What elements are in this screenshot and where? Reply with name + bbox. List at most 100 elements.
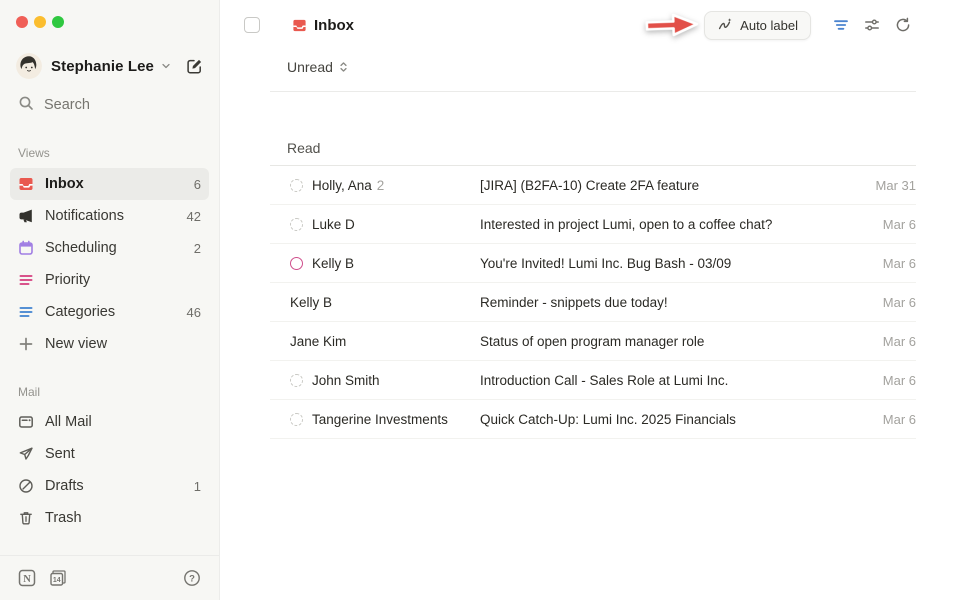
auto-label-button-label: Auto label xyxy=(740,18,798,33)
sidebar-item-label: Priority xyxy=(45,272,90,288)
list-icon xyxy=(18,304,34,320)
inbox-icon xyxy=(18,176,34,192)
sort-selector[interactable]: Unread xyxy=(287,59,350,75)
window-controls xyxy=(0,0,219,28)
sidebar-footer: N 14 ? xyxy=(0,555,219,600)
trash-icon xyxy=(18,510,34,526)
sliders-icon[interactable] xyxy=(864,17,880,33)
view-title: Inbox xyxy=(292,17,354,34)
sidebar-item-inbox[interactable]: Inbox 6 xyxy=(10,168,209,200)
email-subject: Status of open program manager role xyxy=(480,334,871,349)
account-name: Stephanie Lee xyxy=(51,58,154,75)
help-icon[interactable]: ? xyxy=(183,569,201,587)
sidebar-item-label: Drafts xyxy=(45,478,84,494)
sidebar-item-label: Categories xyxy=(45,304,115,320)
refresh-icon[interactable] xyxy=(895,17,911,33)
read-status-circle[interactable] xyxy=(290,413,303,426)
read-status-circle[interactable] xyxy=(290,179,303,192)
sidebar-item-count: 2 xyxy=(194,241,201,256)
email-subject: Introduction Call - Sales Role at Lumi I… xyxy=(480,373,871,388)
email-subject: Quick Catch-Up: Lumi Inc. 2025 Financial… xyxy=(480,412,871,427)
zoom-window-button[interactable] xyxy=(52,16,64,28)
red-arrow-annotation xyxy=(642,9,701,46)
email-sender: Jane Kim xyxy=(290,334,346,349)
email-sender: Luke D xyxy=(312,217,355,232)
email-date: Mar 6 xyxy=(883,217,916,232)
sidebar-item-all-mail[interactable]: All Mail xyxy=(10,406,209,438)
svg-text:14: 14 xyxy=(53,577,61,584)
avatar xyxy=(16,53,42,79)
email-row[interactable]: Holly, Ana 2 [JIRA] (B2FA-10) Create 2FA… xyxy=(270,166,916,205)
filter-icon[interactable] xyxy=(833,17,849,33)
sidebar-item-drafts[interactable]: Drafts 1 xyxy=(10,470,209,502)
email-date: Mar 6 xyxy=(883,412,916,427)
auto-label-icon xyxy=(717,17,733,33)
email-sender: Kelly B xyxy=(312,256,354,271)
sidebar-item-priority[interactable]: Priority xyxy=(10,264,209,296)
email-date: Mar 6 xyxy=(883,373,916,388)
email-subject: Interested in project Lumi, open to a co… xyxy=(480,217,871,232)
email-sender: Kelly B xyxy=(290,295,332,310)
svg-text:?: ? xyxy=(189,573,195,584)
minimize-window-button[interactable] xyxy=(34,16,46,28)
mail-list: All Mail Sent xyxy=(0,406,219,534)
mail-section-label: Mail xyxy=(18,385,201,399)
sidebar-item-label: All Mail xyxy=(45,414,92,430)
auto-label-button[interactable]: Auto label xyxy=(704,11,811,40)
sort-label: Unread xyxy=(287,59,333,75)
email-row[interactable]: John Smith Introduction Call - Sales Rol… xyxy=(270,361,916,400)
calendar-icon xyxy=(18,240,34,256)
inbox-icon xyxy=(292,18,307,33)
email-row[interactable]: Luke D Interested in project Lumi, open … xyxy=(270,205,916,244)
megaphone-icon xyxy=(18,208,34,224)
email-date: Mar 6 xyxy=(883,334,916,349)
sort-chevrons-icon xyxy=(337,60,350,74)
email-list: Holly, Ana 2 [JIRA] (B2FA-10) Create 2FA… xyxy=(270,166,916,439)
email-date: Mar 6 xyxy=(883,295,916,310)
sidebar-item-count: 6 xyxy=(194,177,201,192)
email-date: Mar 31 xyxy=(876,178,916,193)
email-sender: Tangerine Investments xyxy=(312,412,448,427)
search-input[interactable]: Search xyxy=(18,95,201,115)
sidebar-item-label: Notifications xyxy=(45,208,124,224)
read-section-label: Read xyxy=(287,140,960,156)
sidebar-item-trash[interactable]: Trash xyxy=(10,502,209,534)
email-subject: [JIRA] (B2FA-10) Create 2FA feature xyxy=(480,178,864,193)
email-row[interactable]: Jane Kim Status of open program manager … xyxy=(270,322,916,361)
email-row[interactable]: Tangerine Investments Quick Catch-Up: Lu… xyxy=(270,400,916,439)
mail-list-panel: Inbox Auto label xyxy=(220,0,960,600)
notion-logo-icon[interactable]: N xyxy=(18,569,36,587)
page-title: Inbox xyxy=(314,17,354,34)
read-status-circle[interactable] xyxy=(290,374,303,387)
send-icon xyxy=(18,446,34,462)
email-subject: You're Invited! Lumi Inc. Bug Bash - 03/… xyxy=(480,256,871,271)
select-all-checkbox[interactable] xyxy=(244,17,260,33)
draft-icon xyxy=(18,478,34,494)
views-list: Inbox 6 Notifications 42 xyxy=(0,168,219,360)
email-sender: John Smith xyxy=(312,373,380,388)
search-icon xyxy=(18,95,34,115)
sidebar-item-categories[interactable]: Categories 46 xyxy=(10,296,209,328)
close-window-button[interactable] xyxy=(16,16,28,28)
email-row[interactable]: Kelly B You're Invited! Lumi Inc. Bug Ba… xyxy=(270,244,916,283)
calendar-app-icon[interactable]: 14 xyxy=(49,569,67,587)
sidebar-item-label: Scheduling xyxy=(45,240,117,256)
sidebar-item-label: Sent xyxy=(45,446,75,462)
svg-text:N: N xyxy=(23,574,31,585)
email-row[interactable]: Kelly B Reminder - snippets due today! M… xyxy=(270,283,916,322)
plus-icon xyxy=(18,336,34,352)
sidebar-item-scheduling[interactable]: Scheduling 2 xyxy=(10,232,209,264)
sidebar-item-sent[interactable]: Sent xyxy=(10,438,209,470)
sidebar-item-count: 1 xyxy=(194,479,201,494)
account-switcher[interactable]: Stephanie Lee xyxy=(16,53,203,79)
header-divider xyxy=(270,91,916,92)
sidebar-item-count: 42 xyxy=(187,209,201,224)
sidebar-item-label: Trash xyxy=(45,510,82,526)
read-status-circle[interactable] xyxy=(290,218,303,231)
unread-status-circle[interactable] xyxy=(290,257,303,270)
compose-icon[interactable] xyxy=(186,58,203,75)
sidebar-item-label: New view xyxy=(45,336,107,352)
sidebar-item-new-view[interactable]: New view xyxy=(10,328,209,360)
sidebar-item-notifications[interactable]: Notifications 42 xyxy=(10,200,209,232)
thread-count: 2 xyxy=(377,178,385,193)
